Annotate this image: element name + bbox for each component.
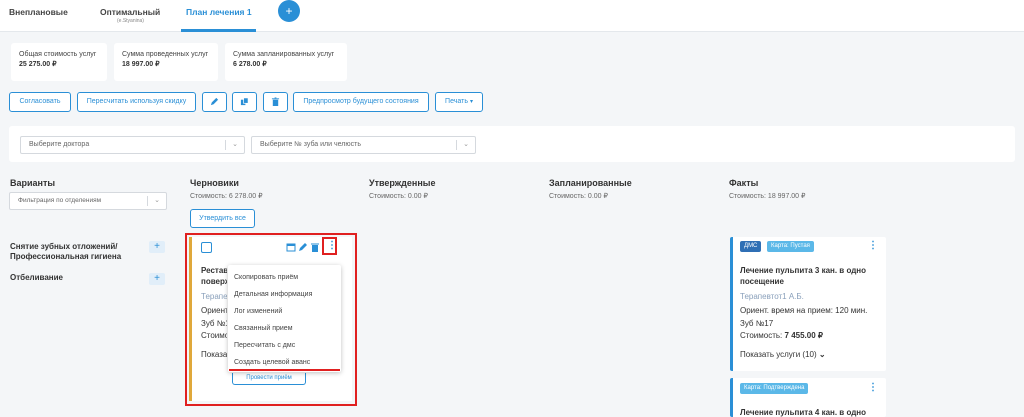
approved-title: Утвержденные	[369, 178, 436, 188]
more-options-icon[interactable]: ⋮	[868, 240, 878, 251]
variant-item-hygiene[interactable]: Снятие зубных отложений/ Профессиональна…	[10, 242, 121, 262]
menu-item-linked-appointment[interactable]: Связанный прием	[234, 325, 293, 332]
conduct-appointment-button[interactable]: Провести приём	[232, 373, 306, 385]
tooth-select-placeholder: Выберите № зуба или челюсть	[260, 141, 361, 148]
delete-button[interactable]	[263, 92, 288, 112]
draft-doctor: Терапев	[201, 292, 227, 301]
chevron-down-icon: ⌄	[232, 141, 238, 148]
draft-card-checkbox[interactable]	[201, 242, 212, 253]
draft-show-services[interactable]: Показат	[201, 350, 227, 359]
menu-item-change-log[interactable]: Лог изменений	[234, 308, 282, 315]
drafts-title: Черновики	[190, 178, 239, 188]
preview-future-state-button[interactable]: Предпросмотр будущего состояния	[293, 92, 429, 112]
variant-item-label: Отбеливание	[10, 273, 63, 282]
plan-tabs: Внеплановые Оптимальный (e.Styanina) Пла…	[0, 0, 1024, 32]
drafts-cost: Стоимость: 6 278.00 ₽	[190, 193, 263, 200]
summary-planned-cost: Сумма запланированных услуг 6 278.00 ₽	[225, 43, 347, 81]
draft-title-line2: поверх	[201, 277, 227, 286]
badge-card-status: Карта: Подтверждена	[740, 383, 809, 394]
pencil-icon[interactable]	[298, 242, 308, 252]
tab-treatment-plan-1[interactable]: План лечения 1	[186, 7, 252, 17]
badge-dms: ДМС	[740, 241, 762, 252]
more-options-icon[interactable]: ⋮	[868, 382, 878, 393]
trash-icon[interactable]	[310, 242, 320, 252]
planned-cost: Стоимость: 0.00 ₽	[549, 193, 608, 200]
variants-title: Варианты	[10, 178, 56, 188]
fact-cost-value: 7 455.00 ₽	[784, 331, 823, 340]
draft-orient-time: Ориент	[201, 306, 227, 315]
select-divider	[225, 140, 226, 150]
variant-item-label: Снятие зубных отложений/	[10, 242, 118, 251]
fact-show-services-label: Показать услуги (10)	[740, 350, 817, 359]
card-actions-menu	[228, 265, 341, 372]
tab-optimal[interactable]: Оптимальный	[100, 7, 160, 17]
summary-label: Общая стоимость услуг	[19, 51, 97, 58]
doctor-select[interactable]: Выберите доктора ⌄	[20, 136, 245, 154]
plus-icon: +	[285, 4, 293, 18]
add-whitening-button[interactable]: +	[149, 273, 165, 285]
variant-item-whitening[interactable]: Отбеливание	[10, 273, 63, 283]
add-hygiene-button[interactable]: +	[149, 241, 165, 253]
highlight-underline	[229, 369, 340, 371]
plus-icon: +	[154, 273, 160, 284]
approved-cost: Стоимость: 0.00 ₽	[369, 193, 428, 200]
tab-unplanned[interactable]: Внеплановые	[9, 7, 68, 17]
plus-icon: +	[154, 241, 160, 252]
recalc-discount-button[interactable]: Пересчитать используя скидку	[77, 92, 196, 112]
tab-optimal-author: (e.Styanina)	[117, 18, 144, 24]
facts-title: Факты	[729, 178, 759, 188]
approve-all-button[interactable]: Утвердить все	[190, 209, 255, 228]
fact-doctor: Терапевтот1 А.Б.	[740, 292, 804, 301]
draft-tooth: Зуб №1	[201, 319, 227, 328]
pencil-icon	[210, 97, 219, 106]
edit-button[interactable]	[202, 92, 227, 112]
menu-item-copy-appointment[interactable]: Скопировать приём	[234, 274, 298, 281]
trash-icon	[271, 97, 280, 106]
caret-down-icon: ▾	[469, 99, 473, 105]
fact-cost-label: Стоимость:	[740, 331, 783, 340]
variant-item-label: Профессиональная гигиена	[10, 252, 122, 261]
summary-value: 18 997.00 ₽	[122, 61, 160, 68]
summary-completed-cost: Сумма проведенных услуг 18 997.00 ₽	[114, 43, 218, 81]
badge-card-status: Карта: Пустая	[767, 241, 814, 252]
add-plan-button[interactable]: +	[278, 0, 300, 22]
department-filter-placeholder: Фильтрация по отделениям	[18, 197, 102, 204]
draft-cost: Стоимо	[201, 331, 227, 340]
chevron-down-icon: ⌄	[154, 197, 160, 204]
summary-total-cost: Общая стоимость услуг 25 275.00 ₽	[11, 43, 107, 81]
print-label: Печать	[445, 98, 468, 105]
more-options-icon[interactable]: ⋮	[327, 240, 337, 251]
print-button[interactable]: Печать ▾	[435, 92, 483, 112]
planned-title: Запланированные	[549, 178, 632, 188]
fact-title-line1: Лечение пульпита 3 кан. в одно	[740, 266, 867, 275]
copy-button[interactable]	[232, 92, 257, 112]
fact-show-services[interactable]: Показать услуги (10) ⌄	[740, 350, 826, 359]
chevron-down-icon: ⌄	[818, 350, 826, 359]
summary-value: 25 275.00 ₽	[19, 61, 57, 68]
facts-cost: Стоимость: 18 997.00 ₽	[729, 193, 806, 200]
calendar-icon[interactable]	[286, 242, 296, 252]
select-divider	[456, 140, 457, 150]
draft-title-line1: Реставр	[201, 266, 227, 275]
menu-item-details[interactable]: Детальная информация	[234, 291, 312, 298]
department-filter-select[interactable]: Фильтрация по отделениям ⌄	[9, 192, 167, 210]
tooth-select[interactable]: Выберите № зуба или челюсть ⌄	[251, 136, 476, 154]
agree-button[interactable]: Согласовать	[9, 92, 71, 112]
fact-title-line2: посещение	[740, 277, 784, 286]
copy-icon	[240, 97, 249, 106]
fact-orient-time: Ориент. время на прием: 120 мин.	[740, 306, 868, 315]
fact-tooth: Зуб №17	[740, 319, 774, 328]
fact-cost: Стоимость: 7 455.00 ₽	[740, 331, 823, 340]
doctor-select-placeholder: Выберите доктора	[29, 141, 90, 148]
menu-item-recalc-dms[interactable]: Пересчитать с дмс	[234, 342, 295, 349]
chevron-down-icon: ⌄	[463, 141, 469, 148]
select-divider	[147, 196, 148, 206]
fact-title-line1: Лечение пульпита 4 кан. в одно	[740, 408, 867, 417]
menu-item-create-target-advance[interactable]: Создать целевой аванс	[234, 359, 310, 366]
summary-label: Сумма проведенных услуг	[122, 51, 209, 58]
active-tab-indicator	[181, 29, 256, 32]
summary-value: 6 278.00 ₽	[233, 61, 267, 68]
summary-label: Сумма запланированных услуг	[233, 51, 335, 58]
